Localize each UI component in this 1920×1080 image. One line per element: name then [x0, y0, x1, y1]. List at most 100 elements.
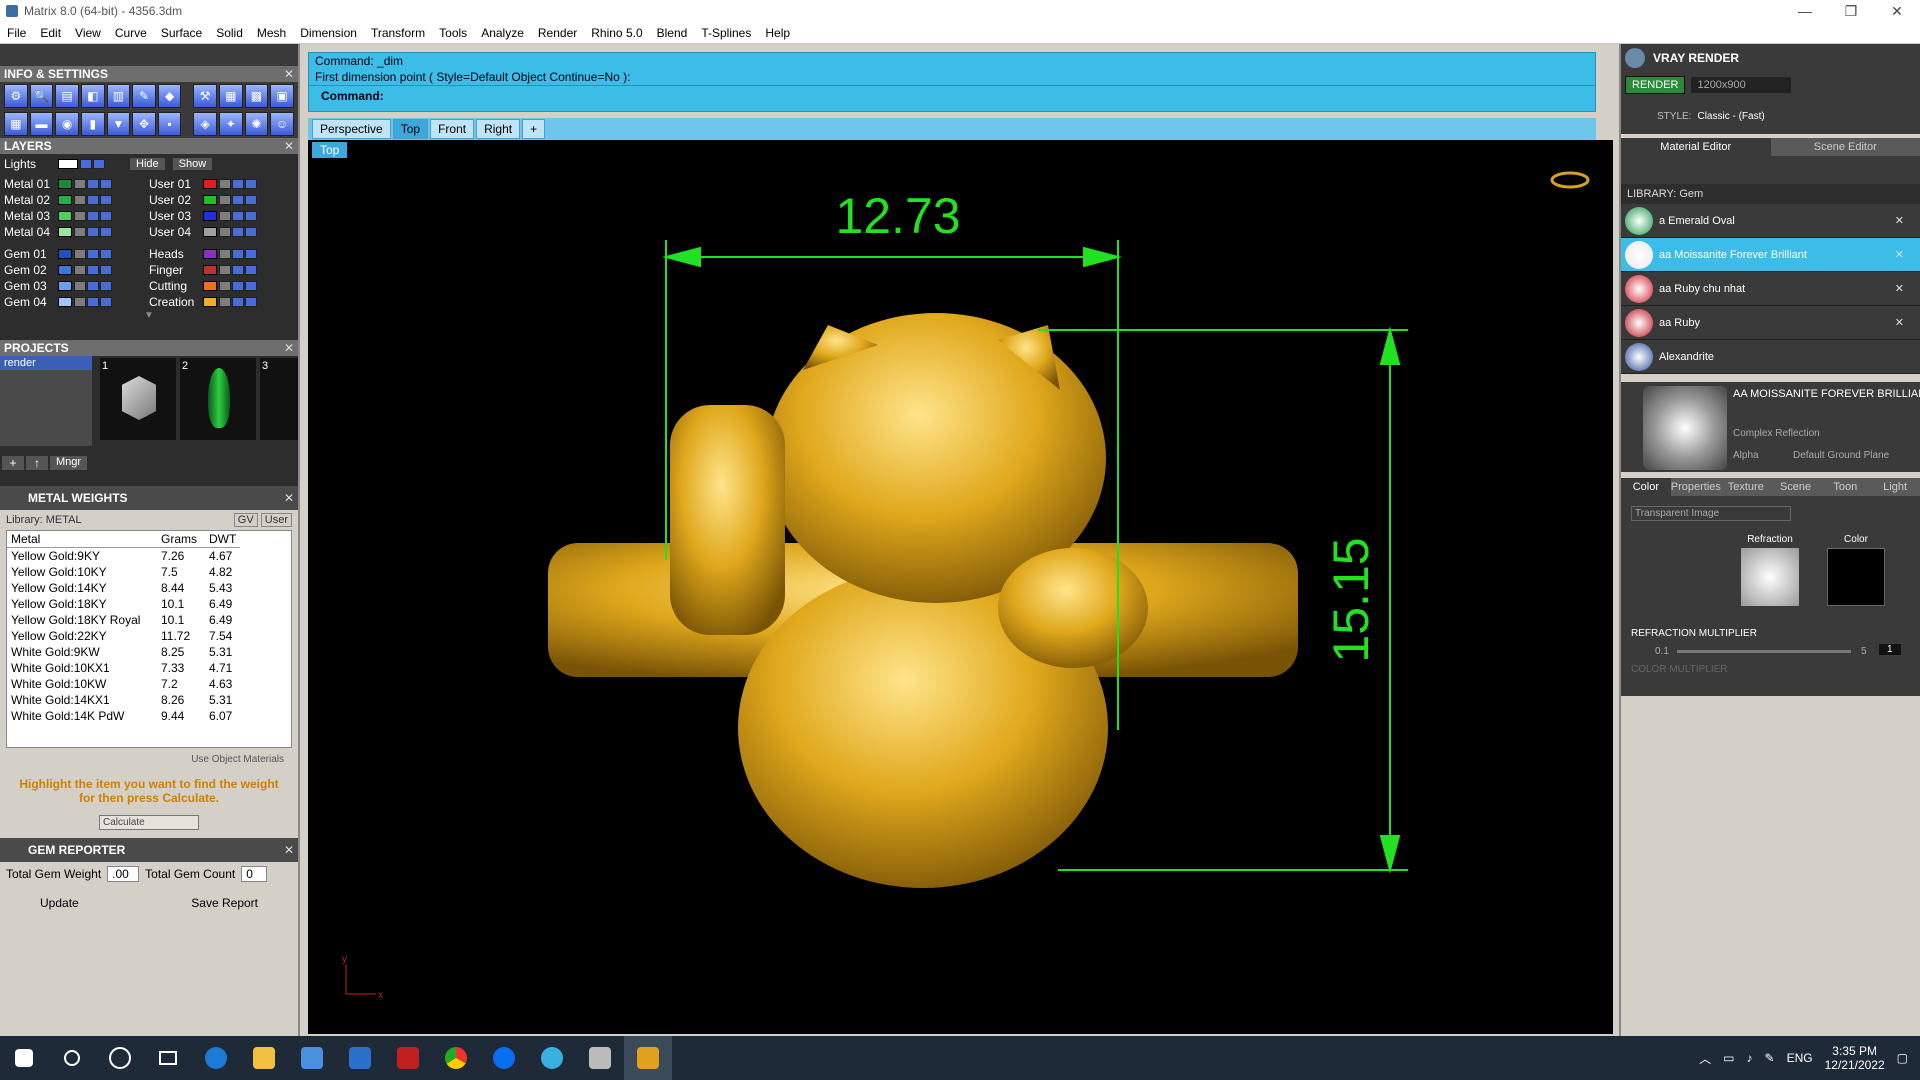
- up-icon[interactable]: ↑: [26, 456, 48, 470]
- layer-visible-icon[interactable]: [232, 297, 244, 307]
- update-button[interactable]: Update: [40, 896, 79, 910]
- layer-color-swatch[interactable]: [203, 265, 217, 275]
- layer-color-swatch[interactable]: [203, 297, 217, 307]
- layer-color-swatch[interactable]: [203, 227, 217, 237]
- menu-item-curve[interactable]: Curve: [108, 26, 154, 40]
- table-row[interactable]: Yellow Gold:18KY Royal 10.1 6.49: [7, 612, 240, 628]
- layer-lock-icon[interactable]: [74, 211, 86, 221]
- layer-color-swatch[interactable]: [58, 281, 72, 291]
- sphere-icon[interactable]: ◉: [55, 112, 79, 136]
- matrix-icon[interactable]: [624, 1036, 672, 1080]
- menu-item-view[interactable]: View: [68, 26, 108, 40]
- layer-visible-icon[interactable]: [87, 281, 99, 291]
- menu-item-dimension[interactable]: Dimension: [293, 26, 364, 40]
- expand-chevron-icon[interactable]: ▼: [4, 310, 294, 321]
- layer-row[interactable]: User 02: [149, 192, 294, 208]
- move-icon[interactable]: ✥: [132, 112, 156, 136]
- layer-color-swatch[interactable]: [58, 265, 72, 275]
- tab-perspective[interactable]: Perspective: [312, 119, 391, 139]
- layer-select-icon[interactable]: [100, 281, 112, 291]
- calculate-button[interactable]: Calculate: [99, 815, 199, 830]
- resolution-select[interactable]: 1200x900: [1691, 77, 1792, 93]
- list-item[interactable]: aa Ruby ✕: [1621, 306, 1920, 340]
- render-icon[interactable]: ◈: [193, 112, 217, 136]
- layer-color-swatch[interactable]: [58, 195, 72, 205]
- tool-icon[interactable]: ⚒: [193, 84, 217, 108]
- layer-visible-icon[interactable]: [87, 195, 99, 205]
- ground-plane-select[interactable]: Default Ground Plane: [1793, 450, 1889, 461]
- layer-select-icon[interactable]: [245, 249, 257, 259]
- layer-visible-icon[interactable]: [87, 297, 99, 307]
- measure-icon[interactable]: ▥: [106, 84, 131, 108]
- command-input[interactable]: Command:: [309, 85, 1595, 106]
- filter-icon[interactable]: ▼: [106, 112, 131, 136]
- menu-item-rhino-5-0[interactable]: Rhino 5.0: [584, 26, 649, 40]
- layer-lock-icon[interactable]: [219, 297, 231, 307]
- tab-light[interactable]: Light: [1870, 478, 1920, 496]
- tab-scene[interactable]: Scene: [1771, 478, 1821, 496]
- menu-item-help[interactable]: Help: [758, 26, 797, 40]
- metal-column-header[interactable]: Metal: [7, 531, 157, 548]
- layer-color-swatch[interactable]: [203, 249, 217, 259]
- grid-icon[interactable]: ▩: [244, 84, 269, 108]
- user-button[interactable]: User: [260, 513, 292, 527]
- ring-view-icon[interactable]: [1550, 171, 1590, 189]
- tab-top[interactable]: Top: [392, 119, 429, 139]
- zalo-icon[interactable]: [480, 1036, 528, 1080]
- table-row[interactable]: White Gold:10KX1 7.33 4.71: [7, 660, 240, 676]
- layer-visible-icon[interactable]: [232, 281, 244, 291]
- table-row[interactable]: Yellow Gold:14KY 8.44 5.43: [7, 580, 240, 596]
- hide-button[interactable]: Hide: [130, 158, 165, 170]
- layer-select-icon[interactable]: [100, 265, 112, 275]
- lights-swatch[interactable]: [58, 159, 78, 169]
- layer-visible-icon[interactable]: [87, 211, 99, 221]
- layer-row[interactable]: Finger: [149, 262, 294, 278]
- layer-lock-icon[interactable]: [219, 227, 231, 237]
- layer-visible-icon[interactable]: [232, 249, 244, 259]
- menu-item-file[interactable]: File: [0, 26, 33, 40]
- chevron-up-icon[interactable]: ︿: [1699, 1050, 1711, 1067]
- clock[interactable]: 3:35 PM 12/21/2022: [1825, 1044, 1885, 1072]
- remove-icon[interactable]: ✕: [1895, 282, 1904, 295]
- layer-visible-icon[interactable]: [232, 179, 244, 189]
- layer-select-icon[interactable]: [100, 297, 112, 307]
- list-item[interactable]: Alexandrite: [1621, 340, 1920, 374]
- notification-icon[interactable]: ▢: [1897, 1051, 1908, 1065]
- restore-icon[interactable]: ❐: [1828, 0, 1874, 22]
- table-row[interactable]: White Gold:10KW 7.2 4.63: [7, 676, 240, 692]
- menu-item-transform[interactable]: Transform: [364, 26, 432, 40]
- layer-lock-icon[interactable]: [219, 179, 231, 189]
- menu-item-surface[interactable]: Surface: [154, 26, 209, 40]
- layer-visible-icon[interactable]: [87, 227, 99, 237]
- mail-icon[interactable]: [336, 1036, 384, 1080]
- print-icon[interactable]: ▤: [55, 84, 79, 108]
- layer-row[interactable]: Gem 01: [4, 246, 149, 262]
- layer-toggle[interactable]: [80, 159, 92, 169]
- tab-texture[interactable]: Texture: [1721, 478, 1771, 496]
- table-row[interactable]: White Gold:9KW 8.25 5.31: [7, 644, 240, 660]
- layer-lock-icon[interactable]: [219, 249, 231, 259]
- layer-visible-icon[interactable]: [87, 265, 99, 275]
- use-object-materials-checkbox[interactable]: Use Object Materials: [0, 748, 298, 771]
- project-thumb-1[interactable]: 1: [100, 358, 176, 440]
- viewport[interactable]: Top 12.73 15.15 x y: [308, 140, 1613, 1034]
- remove-icon[interactable]: ✕: [1895, 316, 1904, 329]
- layer-select-icon[interactable]: [100, 249, 112, 259]
- project-thumb-2[interactable]: 2: [180, 358, 256, 440]
- tab-front[interactable]: Front: [430, 119, 475, 139]
- table-row[interactable]: Yellow Gold:22KY 11.72 7.54: [7, 628, 240, 644]
- gem-icon[interactable]: ◆: [157, 84, 182, 108]
- close-icon[interactable]: ✕: [284, 486, 294, 510]
- layer-visible-icon[interactable]: [232, 211, 244, 221]
- table-row[interactable]: Yellow Gold:9KY 7.26 4.67: [7, 548, 240, 565]
- refraction-swatch[interactable]: [1741, 548, 1799, 606]
- cube-icon[interactable]: ◧: [80, 84, 105, 108]
- cortana-icon[interactable]: [96, 1036, 144, 1080]
- task-view-icon[interactable]: [144, 1036, 192, 1080]
- layer-color-swatch[interactable]: [203, 281, 217, 291]
- language-indicator[interactable]: ENG: [1787, 1051, 1813, 1065]
- layer-lock-icon[interactable]: [219, 195, 231, 205]
- layer-lock-icon[interactable]: [74, 297, 86, 307]
- node-icon[interactable]: ✦: [219, 112, 243, 136]
- chrome-icon[interactable]: [432, 1036, 480, 1080]
